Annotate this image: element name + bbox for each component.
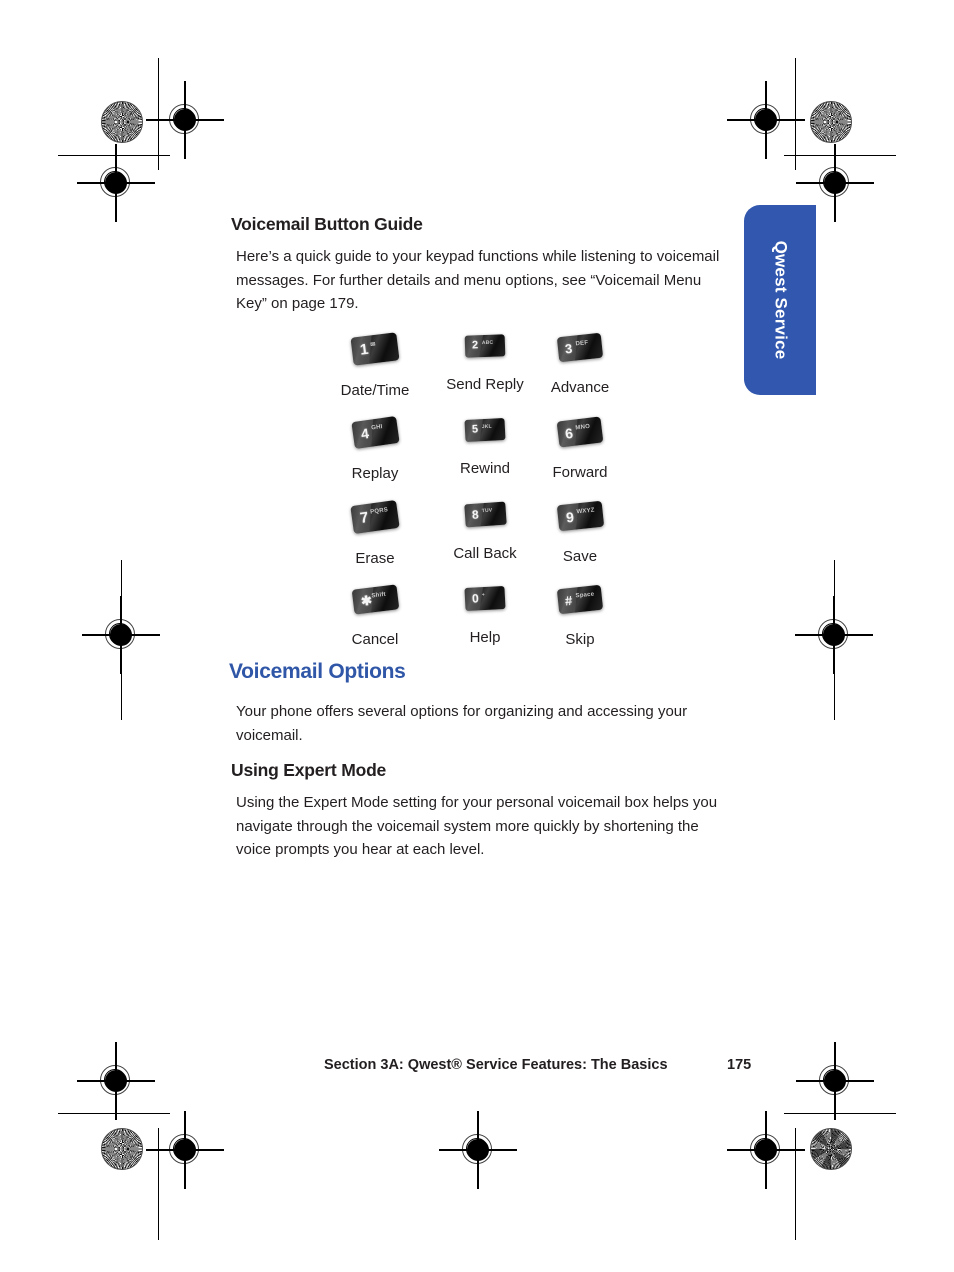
keycap-sublabel: JKL xyxy=(481,423,493,431)
keycap-icon: 0 + xyxy=(464,585,506,612)
keycap-sublabel: MNO xyxy=(575,423,591,432)
keycap-wrapper: 3 DEF xyxy=(510,332,650,363)
keypad-button-advance[interactable]: 3 DEF Advance xyxy=(510,332,650,396)
keycap-digit: 4 xyxy=(359,425,370,442)
paragraph-expert-mode: Using the Expert Mode setting for your p… xyxy=(236,794,718,858)
keycap-sublabel: DEF xyxy=(575,340,589,348)
page-footer: Section 3A: Qwest® Service Features: The… xyxy=(324,1057,751,1073)
keypad-button-forward[interactable]: 6 MNO Forward xyxy=(510,416,650,481)
keypad-button-save[interactable]: 9 WXYZ Save xyxy=(510,500,650,565)
keycap-digit: ✱ xyxy=(359,592,373,609)
keycap-sublabel: TUV xyxy=(481,507,493,515)
heading-voicemail-button-guide: Voicemail Button Guide xyxy=(231,214,423,234)
keycap-digit: 7 xyxy=(358,509,370,528)
keycap-digit: 6 xyxy=(564,424,574,442)
keycap-wrapper: 9 WXYZ xyxy=(510,500,650,532)
heading-using-expert-mode: Using Expert Mode xyxy=(231,760,387,780)
footer-section-text: Section 3A: Qwest® Service Features: The… xyxy=(324,1057,668,1073)
keycap-sublabel: + xyxy=(481,592,486,599)
heading-voicemail-options: Voicemail Options xyxy=(229,660,406,683)
keycap-sublabel: Shift xyxy=(370,591,386,600)
print-page: Qwest Service Voicemail Button Guide Her… xyxy=(0,0,954,1272)
keypad-button-grid: 1 ✉ Date/Time 2 ABC Send Reply 3 DEF Advance 4 GHI… xyxy=(305,332,665,652)
keycap-digit: 8 xyxy=(471,507,479,522)
keycap-sublabel: WXYZ xyxy=(575,507,595,516)
page-number: 175 xyxy=(727,1057,752,1073)
keycap-icon: 5 JKL xyxy=(464,417,506,443)
keypad-button-label: Forward xyxy=(552,464,608,481)
keycap-digit: # xyxy=(564,592,574,609)
keycap-icon: 2 ABC xyxy=(464,334,506,358)
keycap-digit: 1 xyxy=(359,340,370,359)
keycap-icon: 8 TUV xyxy=(463,501,507,528)
page-content: Voicemail Button Guide Here’s a quick gu… xyxy=(0,0,954,1272)
keycap-digit: 9 xyxy=(564,508,575,526)
keycap-icon: 3 DEF xyxy=(556,332,604,363)
keycap-sublabel: ✉ xyxy=(370,341,377,349)
keycap-sublabel: PQRS xyxy=(369,507,389,516)
paragraph-voicemail-options: Your phone offers several options for or… xyxy=(236,703,688,744)
keycap-sublabel: ABC xyxy=(481,339,494,347)
keycap-digit: 3 xyxy=(564,340,574,357)
keycap-icon: 4 GHI xyxy=(350,416,400,449)
keycap-icon: 9 WXYZ xyxy=(556,500,604,532)
keypad-button-label: Skip xyxy=(565,631,595,648)
keycap-icon: 7 PQRS xyxy=(350,499,400,535)
keypad-button-label: Save xyxy=(562,548,598,565)
keycap-sublabel: Space xyxy=(575,591,595,600)
keycap-icon: ✱ Shift xyxy=(351,584,399,615)
keycap-icon: 6 MNO xyxy=(556,416,604,448)
keycap-icon: 1 ✉ xyxy=(350,332,400,366)
keycap-sublabel: GHI xyxy=(370,423,383,432)
paragraph-button-guide-intro: Here’s a quick guide to your keypad func… xyxy=(236,248,720,312)
keycap-digit: 0 xyxy=(471,591,480,606)
keypad-button-skip[interactable]: # Space Skip xyxy=(510,584,650,648)
keycap-digit: 5 xyxy=(471,423,479,436)
keypad-button-label: Advance xyxy=(550,379,610,396)
keycap-wrapper: 6 MNO xyxy=(510,416,650,448)
keycap-wrapper: # Space xyxy=(510,584,650,615)
keycap-digit: 2 xyxy=(471,339,479,352)
keycap-icon: # Space xyxy=(556,584,604,615)
